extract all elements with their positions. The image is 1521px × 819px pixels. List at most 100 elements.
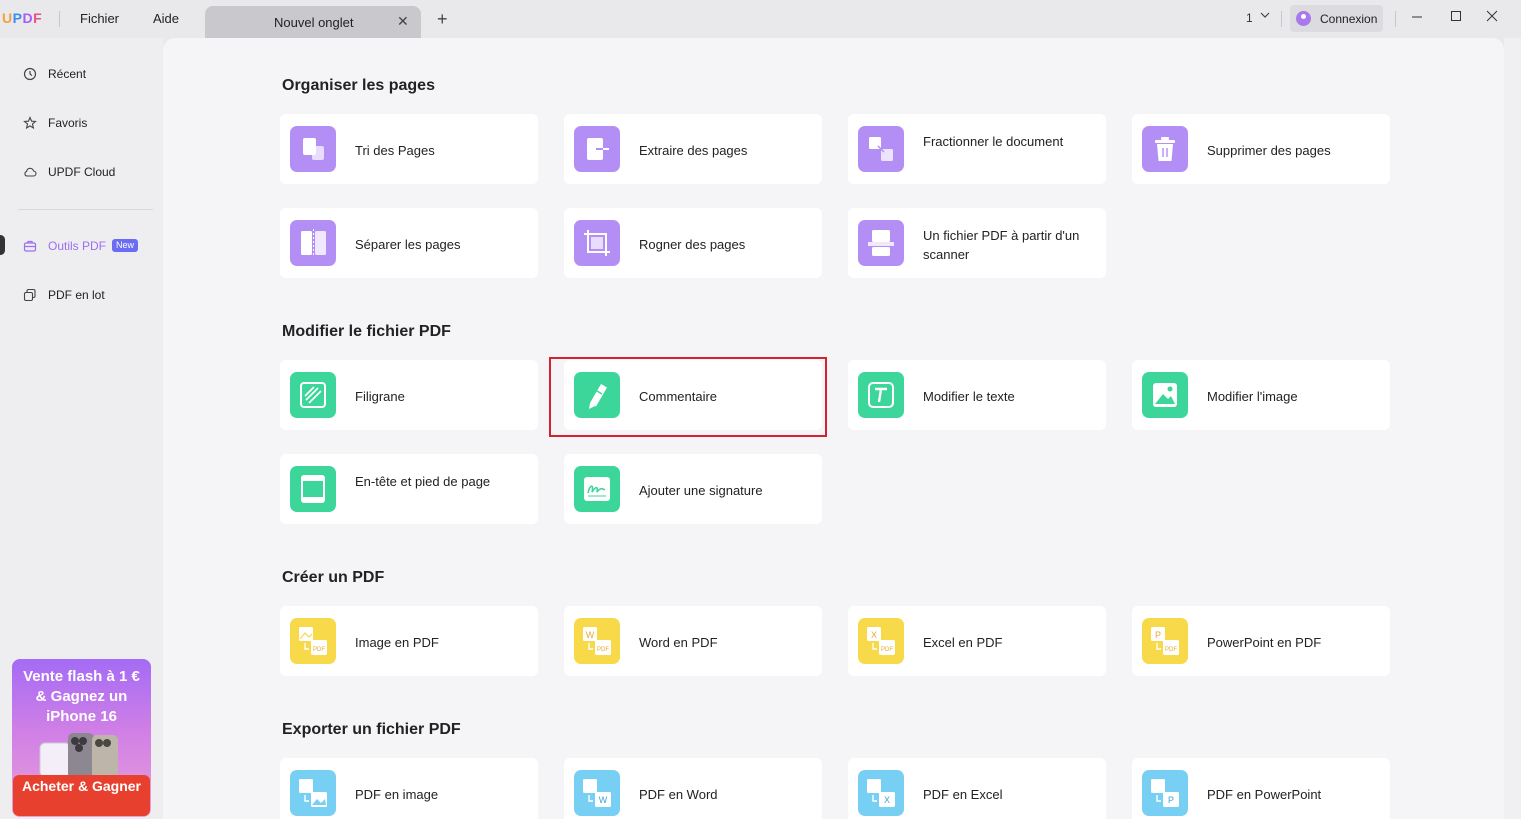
svg-text:P: P xyxy=(1168,795,1174,805)
page-sort-icon xyxy=(290,126,336,172)
word-to-pdf-icon: W PDF xyxy=(574,618,620,664)
avatar-icon xyxy=(1296,11,1311,26)
tool-modifier-l-image[interactable]: Modifier l'image xyxy=(1132,360,1390,430)
cloud-icon xyxy=(23,165,37,179)
menu-aide[interactable]: Aide xyxy=(153,11,179,26)
tool-label: Tri des Pages xyxy=(355,143,435,158)
batch-icon xyxy=(23,288,37,302)
tool-supprimer-des-pages[interactable]: Supprimer des pages xyxy=(1132,114,1390,184)
tool-powerpoint-en-pdf[interactable]: P PDF PowerPoint en PDF xyxy=(1132,606,1390,676)
tool-separer-les-pages[interactable]: Séparer les pages xyxy=(280,208,538,278)
scrollbar[interactable] xyxy=(1504,38,1521,819)
svg-text:PDF: PDF xyxy=(881,647,893,653)
tool-pdf-en-word[interactable]: W PDF en Word xyxy=(564,758,822,819)
sidebar-item-updf-cloud[interactable]: UPDF Cloud xyxy=(18,157,154,187)
minimize-icon[interactable] xyxy=(1410,9,1424,26)
image-to-pdf-icon: PDF xyxy=(290,618,336,664)
pdf-to-powerpoint-icon: P xyxy=(1142,770,1188,816)
tool-label: Séparer les pages xyxy=(355,237,461,252)
tool-filigrane[interactable]: Filigrane xyxy=(280,360,538,430)
pdf-to-word-icon: W xyxy=(574,770,620,816)
tool-label: Rogner des pages xyxy=(639,237,746,252)
iphone-image xyxy=(38,729,128,779)
tool-pdf-en-powerpoint[interactable]: P PDF en PowerPoint xyxy=(1132,758,1390,819)
sidebar: Récent Favoris UPDF Cloud Outils PDF New… xyxy=(0,38,163,819)
maximize-icon[interactable] xyxy=(1449,9,1463,26)
promo-title: Vente flash à 1 € & Gagnez un iPhone 16 xyxy=(23,668,140,725)
updf-logo: UPDF xyxy=(2,10,43,26)
tool-en-tete-et-pied-de-page[interactable]: En-tête et pied de page xyxy=(280,454,538,524)
chevron-down-icon[interactable] xyxy=(1259,9,1271,24)
tool-label: Modifier l'image xyxy=(1207,389,1298,404)
promo-banner[interactable]: Vente flash à 1 € & Gagnez un iPhone 16 … xyxy=(12,659,151,817)
new-tab-button[interactable]: + xyxy=(437,9,448,30)
excel-to-pdf-icon: X PDF xyxy=(858,618,904,664)
sidebar-divider xyxy=(18,209,153,210)
sidebar-item-outils-pdf[interactable]: Outils PDF New xyxy=(18,231,154,261)
svg-text:W: W xyxy=(599,795,608,805)
sidebar-item-recent[interactable]: Récent xyxy=(18,59,154,89)
tool-extraire-des-pages[interactable]: Extraire des pages xyxy=(564,114,822,184)
tool-label: Excel en PDF xyxy=(923,635,1003,650)
divider xyxy=(1395,11,1396,27)
sidebar-item-label: Récent xyxy=(48,67,87,81)
tool-label: PowerPoint en PDF xyxy=(1207,635,1322,650)
tool-fractionner-le-document[interactable]: Fractionner le document xyxy=(848,114,1106,184)
tool-tri-des-pages[interactable]: Tri des Pages xyxy=(280,114,538,184)
section-title-exporter: Exporter un fichier PDF xyxy=(282,721,461,738)
tab-nouvel-onglet[interactable]: Nouvel onglet ✕ xyxy=(205,6,421,38)
tool-label: PDF en Excel xyxy=(923,787,1003,802)
login-button[interactable]: Connexion xyxy=(1290,5,1383,32)
tool-label: Image en PDF xyxy=(355,635,439,650)
svg-text:W: W xyxy=(586,630,595,640)
section-title-modifier: Modifier le fichier PDF xyxy=(282,323,451,340)
tool-word-en-pdf[interactable]: W PDF Word en PDF xyxy=(564,606,822,676)
separate-pages-icon xyxy=(290,220,336,266)
svg-text:PDF: PDF xyxy=(1165,647,1177,653)
sidebar-item-label: PDF en lot xyxy=(48,288,105,302)
tool-rogner-des-pages[interactable]: Rogner des pages xyxy=(564,208,822,278)
buy-and-win-button[interactable]: Acheter & Gagner xyxy=(13,775,150,816)
section-title-creer: Créer un PDF xyxy=(282,569,385,586)
divider xyxy=(59,11,60,27)
star-icon xyxy=(23,116,37,130)
pdf-to-excel-icon: X xyxy=(858,770,904,816)
tool-label: En-tête et pied de page xyxy=(355,474,491,489)
sidebar-item-pdf-en-lot[interactable]: PDF en lot xyxy=(18,280,154,310)
svg-text:P: P xyxy=(1155,630,1161,640)
section-title-organiser: Organiser les pages xyxy=(282,77,435,94)
edit-text-icon xyxy=(858,372,904,418)
edit-image-icon xyxy=(1142,372,1188,418)
trash-icon xyxy=(1142,126,1188,172)
powerpoint-to-pdf-icon: P PDF xyxy=(1142,618,1188,664)
svg-text:X: X xyxy=(884,795,890,805)
menu-fichier[interactable]: Fichier xyxy=(80,11,119,26)
tool-image-en-pdf[interactable]: PDF Image en PDF xyxy=(280,606,538,676)
pdf-to-image-icon xyxy=(290,770,336,816)
svg-text:PDF: PDF xyxy=(597,647,609,653)
highlight-box xyxy=(549,357,827,437)
tab-close-icon[interactable]: ✕ xyxy=(397,13,409,30)
svg-text:PDF: PDF xyxy=(313,647,325,653)
sidebar-item-favoris[interactable]: Favoris xyxy=(18,108,154,138)
tool-ajouter-une-signature[interactable]: Ajouter une signature xyxy=(564,454,822,524)
tool-label: Un fichier PDF à partir d'un scanner xyxy=(923,228,1080,262)
tool-pdf-en-image[interactable]: PDF en image xyxy=(280,758,538,819)
tool-label: Filigrane xyxy=(355,389,405,404)
tool-pdf-en-excel[interactable]: X PDF en Excel xyxy=(848,758,1106,819)
tool-pdf-scanner[interactable]: Un fichier PDF à partir d'un scanner xyxy=(848,208,1106,278)
clock-icon xyxy=(23,67,37,81)
scanner-icon xyxy=(858,220,904,266)
tool-modifier-le-texte[interactable]: Modifier le texte xyxy=(848,360,1106,430)
signature-icon xyxy=(574,466,620,512)
active-indicator xyxy=(0,235,5,255)
tool-label: PDF en Word xyxy=(639,787,718,802)
new-badge: New xyxy=(112,239,139,252)
tab-count[interactable]: 1 xyxy=(1246,11,1253,25)
svg-text:X: X xyxy=(871,630,877,640)
tool-excel-en-pdf[interactable]: X PDF Excel en PDF xyxy=(848,606,1106,676)
watermark-icon xyxy=(290,372,336,418)
toolbox-icon xyxy=(23,239,37,253)
crop-pages-icon xyxy=(574,220,620,266)
close-window-icon[interactable] xyxy=(1485,9,1499,26)
